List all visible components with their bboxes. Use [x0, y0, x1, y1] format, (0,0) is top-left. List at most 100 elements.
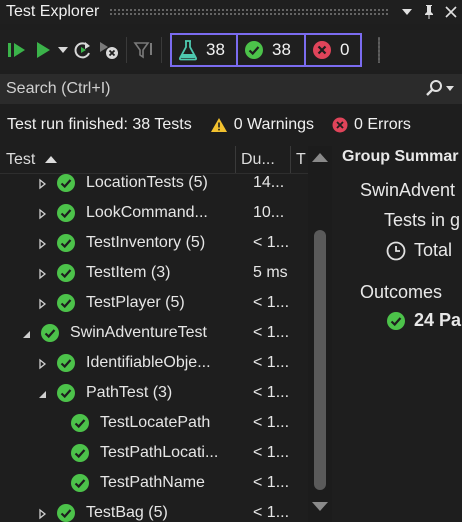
chevron-down-icon: [446, 86, 454, 91]
tree-row[interactable]: SwinAdventureTest < 1...: [0, 318, 308, 348]
test-duration: < 1...: [253, 384, 290, 401]
passed-tests-count: 38: [272, 40, 291, 59]
tree-row[interactable]: TestInventory (5) < 1...: [0, 228, 308, 258]
scrollbar-thumb[interactable]: [314, 230, 326, 490]
scroll-up-icon[interactable]: [312, 152, 328, 162]
title-bar: Test Explorer: [0, 0, 462, 24]
toolbar-separator: [126, 37, 127, 63]
test-name: TestItem (3): [86, 264, 171, 281]
column-header-test[interactable]: Test: [0, 146, 236, 173]
test-duration: < 1...: [253, 444, 290, 461]
cancel-run-icon[interactable]: [96, 36, 122, 64]
scroll-down-icon[interactable]: [312, 502, 328, 512]
tree-row[interactable]: TestPathName < 1...: [0, 468, 308, 498]
total-tests-counter[interactable]: 38: [170, 33, 238, 67]
test-duration: < 1...: [253, 354, 290, 371]
group-summary-passed-label: 24 Pa: [414, 310, 462, 330]
test-name: TestPathName: [100, 474, 205, 491]
passed-status-icon: [56, 174, 76, 193]
tree-header: Test Du... T: [0, 146, 308, 174]
run-summary-text: Test run finished: 38 Tests: [7, 116, 192, 133]
test-tree: Test Du... T LocationTests (5) 14... LookC…: [0, 146, 308, 522]
column-header-duration-label: Du...: [241, 150, 275, 168]
clock-icon: [386, 241, 406, 260]
search-options[interactable]: [422, 79, 462, 99]
group-summary-tests-in: Tests in g: [384, 210, 461, 230]
test-name: TestPathLocati...: [100, 444, 219, 461]
column-header-traits[interactable]: T: [291, 146, 306, 173]
run-status: Test run finished: 38 Tests 0 Warnings 0…: [0, 110, 462, 140]
passed-status-icon: [56, 263, 76, 283]
tree-row[interactable]: TestPlayer (5) < 1...: [0, 288, 308, 318]
tree-row[interactable]: LookCommand... 10...: [0, 198, 308, 228]
expand-arrow-expanded-icon[interactable]: [20, 327, 32, 339]
toolbar-separator: [161, 37, 162, 63]
search-input[interactable]: [0, 80, 422, 98]
expand-arrow-collapsed-icon[interactable]: [36, 357, 48, 370]
repeat-last-run-icon[interactable]: [70, 36, 96, 64]
passed-status-icon: [70, 473, 90, 493]
drag-grip[interactable]: [109, 8, 388, 16]
test-name: TestLocatePath: [100, 414, 211, 431]
group-summary-total: Total: [386, 240, 452, 261]
group-summary-total-label: Total: [414, 240, 453, 260]
check-circle-icon: [387, 311, 405, 330]
passed-status-icon: [56, 353, 76, 373]
expand-arrow-collapsed-icon[interactable]: [36, 507, 48, 520]
test-duration: 5 ms: [253, 264, 288, 281]
warnings-text: 0 Warnings: [233, 116, 315, 133]
error-circle-icon: [332, 117, 348, 133]
failed-tests-count: 0: [340, 40, 350, 59]
warning-icon: [210, 118, 227, 132]
passed-status-icon: [40, 323, 60, 343]
test-duration: 14...: [253, 174, 285, 191]
group-summary-title: Group Summar: [342, 148, 459, 165]
column-header-duration[interactable]: Du...: [236, 146, 291, 173]
passed-status-icon: [56, 203, 76, 223]
warnings-indicator[interactable]: 0 Warnings: [210, 116, 314, 134]
total-tests-count: 38: [206, 40, 225, 59]
flask-icon: [178, 40, 198, 61]
tree-row[interactable]: TestBag (5) < 1...: [0, 498, 308, 522]
sort-ascending-icon: [45, 156, 58, 163]
window-title: Test Explorer: [6, 3, 100, 20]
run-tests-icon[interactable]: [30, 36, 56, 64]
tree-row[interactable]: TestItem (3) 5 ms: [0, 258, 308, 288]
toolbar: 38 38 0: [0, 30, 462, 70]
test-duration: < 1...: [253, 234, 290, 251]
tree-scrollbar[interactable]: [308, 146, 332, 522]
window-position-dropdown-icon[interactable]: [396, 1, 418, 23]
passed-status-icon: [70, 443, 90, 463]
search-icon: [426, 80, 442, 96]
expand-arrow-collapsed-icon[interactable]: [36, 297, 48, 310]
errors-indicator[interactable]: 0 Errors: [332, 116, 411, 134]
passed-status-icon: [70, 413, 90, 433]
test-duration: < 1...: [253, 324, 290, 341]
run-all-tests-icon[interactable]: [4, 36, 30, 64]
filter-icon[interactable]: [131, 36, 157, 64]
test-name: TestPlayer (5): [86, 294, 185, 311]
pin-icon[interactable]: [418, 1, 440, 23]
test-duration: < 1...: [253, 504, 290, 521]
tree-row[interactable]: TestPathLocati... < 1...: [0, 438, 308, 468]
group-summary-name: SwinAdvent: [360, 180, 456, 200]
search-bar: [0, 74, 462, 104]
tree-row[interactable]: LocationTests (5) 14...: [0, 174, 308, 198]
tree-row[interactable]: PathTest (3) < 1...: [0, 378, 308, 408]
test-name: TestBag (5): [86, 504, 168, 521]
passed-tests-counter[interactable]: 38: [236, 33, 306, 67]
run-dropdown-icon[interactable]: [56, 36, 70, 64]
failed-tests-counter[interactable]: 0: [304, 33, 362, 67]
errors-text: 0 Errors: [354, 116, 411, 133]
expand-arrow-expanded-icon[interactable]: [36, 387, 48, 399]
tree-row[interactable]: TestLocatePath < 1...: [0, 408, 308, 438]
expand-arrow-collapsed-icon[interactable]: [36, 177, 48, 190]
passed-status-icon: [56, 383, 76, 403]
expand-arrow-collapsed-icon[interactable]: [36, 207, 48, 220]
expand-arrow-collapsed-icon[interactable]: [36, 237, 48, 250]
expand-arrow-collapsed-icon[interactable]: [36, 267, 48, 280]
close-icon[interactable]: [440, 1, 462, 23]
tree-row[interactable]: IdentifiableObje... < 1...: [0, 348, 308, 378]
test-duration: < 1...: [253, 414, 290, 431]
group-summary-panel: Group Summar SwinAdvent Tests in g Total…: [336, 146, 462, 522]
